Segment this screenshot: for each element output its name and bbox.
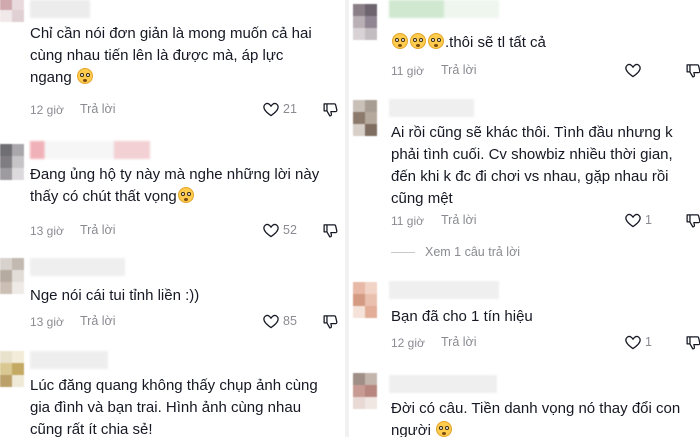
thumbs-down-outline-icon	[323, 103, 338, 117]
username-blurred[interactable]	[389, 99, 474, 117]
comment-time: 11 giờ	[391, 64, 424, 78]
comment-text: Lúc đăng quang không thấy chụp ảnh cùng …	[30, 377, 318, 437]
username-blurred[interactable]	[389, 375, 497, 393]
like-button[interactable]: 1	[624, 334, 652, 350]
comment-item: Đang ủng hộ ty này mà nghe những lời này…	[0, 138, 345, 243]
thumbs-down-outline-icon	[686, 64, 700, 78]
right-comment-column: .thôi sẽ tl tất cả 11 giờ Trả lời Ai rồi…	[349, 0, 700, 437]
thumbs-down-outline-icon	[686, 214, 700, 228]
reply-button[interactable]: Trả lời	[80, 223, 116, 237]
comment-item: Bạn đã cho 1 tín hiệu 12 giờ Trả lời 1	[349, 278, 700, 358]
dislike-button[interactable]	[322, 313, 339, 330]
comment-time: 13 giờ	[30, 315, 64, 329]
comment-item: Lúc đăng quang không thấy chụp ảnh cùng …	[0, 348, 345, 437]
comment-time: 11 giờ	[391, 214, 424, 228]
emoji-smiling-hearts-icon	[436, 421, 453, 437]
like-button[interactable]	[624, 62, 642, 78]
comment-text: Đang ủng hộ ty này mà nghe những lời này…	[30, 166, 320, 205]
emoji-flushed-icon	[428, 33, 444, 49]
avatar[interactable]	[353, 4, 377, 40]
left-comment-column: Chỉ cần nói đơn giản là mong muốn cả hai…	[0, 0, 345, 437]
heart-outline-icon	[263, 102, 279, 117]
emoji-flushed-icon	[76, 68, 93, 84]
like-count: 21	[283, 102, 297, 116]
dislike-button[interactable]	[322, 222, 339, 239]
avatar[interactable]	[0, 144, 24, 180]
username-blurred[interactable]	[30, 141, 150, 159]
comment-item: .thôi sẽ tl tất cả 11 giờ Trả lời	[349, 0, 700, 85]
view-replies-label: Xem 1 câu trả lời	[425, 245, 521, 259]
heart-outline-icon	[263, 314, 279, 329]
comment-text: Nge nói cái tui tỉnh liền :))	[30, 287, 200, 304]
dislike-button[interactable]	[685, 334, 700, 351]
comment-time: 13 giờ	[30, 224, 64, 238]
dislike-button[interactable]	[685, 62, 700, 79]
thumbs-down-outline-icon	[323, 315, 338, 329]
reply-button[interactable]: Trả lời	[441, 335, 477, 349]
emoji-pleading-icon	[177, 187, 194, 203]
view-replies-button[interactable]: Xem 1 câu trả lời	[391, 245, 520, 259]
like-count: 85	[283, 314, 297, 328]
username-blurred[interactable]	[30, 258, 125, 276]
reply-button[interactable]: Trả lời	[441, 213, 477, 227]
heart-outline-icon	[625, 63, 641, 78]
comment-text: Chỉ cần nói đơn giản là mong muốn cả hai…	[30, 25, 312, 86]
like-count: 1	[645, 213, 652, 227]
emoji-flushed-icon	[410, 33, 426, 49]
username-blurred[interactable]	[389, 0, 499, 18]
comment-text: Bạn đã cho 1 tín hiệu	[391, 308, 533, 325]
comment-item: Chỉ cần nói đơn giản là mong muốn cả hai…	[0, 0, 345, 125]
comment-time: 12 giờ	[391, 336, 425, 350]
like-button[interactable]: 85	[262, 313, 297, 329]
avatar[interactable]	[0, 0, 24, 22]
view-replies-line	[391, 251, 415, 253]
avatar[interactable]	[353, 100, 377, 136]
thumbs-down-outline-icon	[323, 224, 338, 238]
heart-outline-icon	[263, 223, 279, 238]
avatar[interactable]	[0, 351, 24, 387]
username-blurred[interactable]	[389, 281, 499, 299]
thumbs-down-outline-icon	[686, 336, 700, 350]
dislike-button[interactable]	[685, 212, 700, 229]
like-button[interactable]: 1	[624, 212, 652, 228]
username-blurred[interactable]	[30, 351, 108, 369]
username-blurred[interactable]	[30, 0, 90, 18]
like-button[interactable]: 52	[262, 222, 297, 238]
emoji-flushed-icon	[392, 33, 408, 49]
comment-time: 12 giờ	[30, 103, 64, 117]
heart-outline-icon	[625, 213, 641, 228]
like-count: 52	[283, 223, 297, 237]
reply-button[interactable]: Trả lời	[80, 102, 116, 116]
dislike-button[interactable]	[322, 101, 339, 118]
heart-outline-icon	[625, 335, 641, 350]
like-button[interactable]: 21	[262, 101, 297, 117]
reply-button[interactable]: Trả lời	[80, 314, 116, 328]
comment-text: Ai rồi cũng sẽ khác thôi. Tình đầu nhưng…	[391, 124, 673, 207]
avatar[interactable]	[353, 282, 377, 318]
like-count: 1	[645, 335, 652, 349]
comment-item: Nge nói cái tui tỉnh liền :)) 13 giờ Trả…	[0, 255, 345, 335]
avatar[interactable]	[0, 258, 24, 294]
reply-button[interactable]: Trả lời	[441, 63, 477, 77]
comment-item: Đời có câu. Tiền danh vọng nó thay đổi c…	[349, 370, 700, 437]
comment-item: Ai rồi cũng sẽ khác thôi. Tình đầu nhưng…	[349, 96, 700, 266]
avatar[interactable]	[353, 373, 377, 409]
comment-text: Đời có câu. Tiền danh vọng nó thay đổi c…	[391, 400, 681, 437]
comment-text: .thôi sẽ tl tất cả	[391, 32, 546, 54]
